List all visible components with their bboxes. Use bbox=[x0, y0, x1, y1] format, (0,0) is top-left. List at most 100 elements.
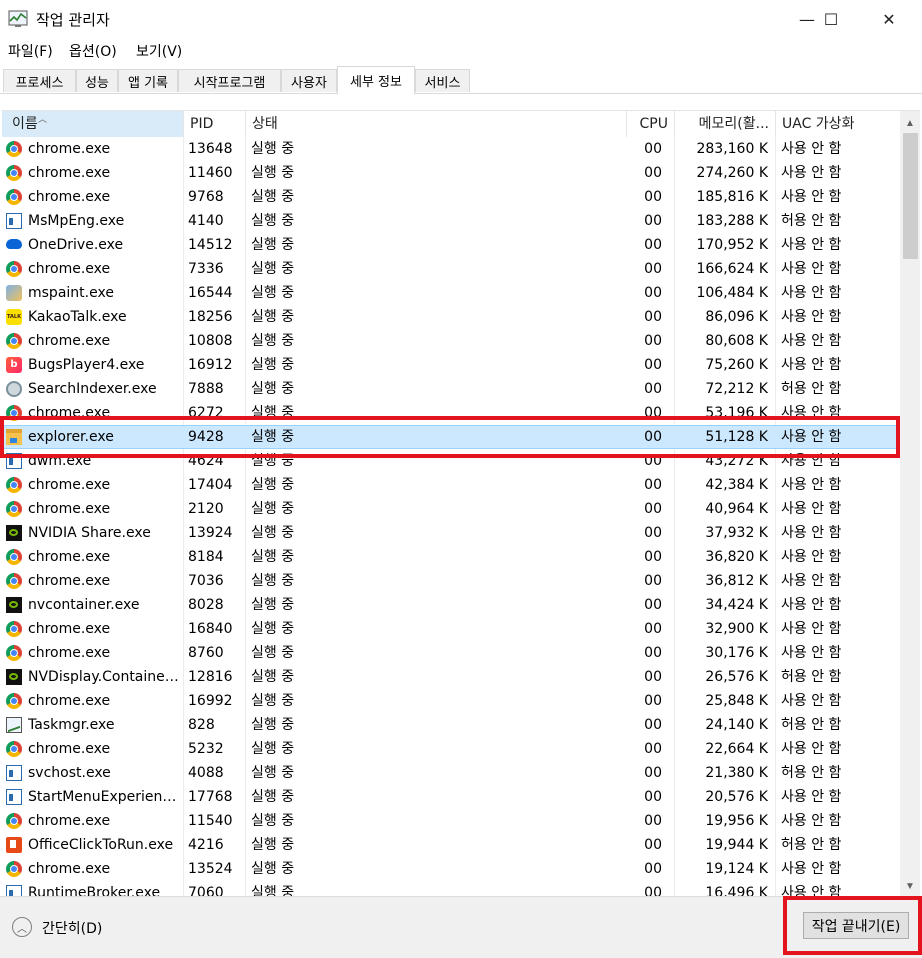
process-memory: 26,576 K bbox=[705, 669, 768, 685]
nvidia-icon bbox=[6, 597, 22, 613]
process-cpu: 00 bbox=[644, 405, 662, 421]
process-row[interactable]: chrome.exe 8184 실행 중 00 36,820 K 사용 안 함 bbox=[2, 545, 900, 569]
process-name: MsMpEng.exe bbox=[28, 213, 125, 229]
process-row[interactable]: TALK KakaoTalk.exe 18256 실행 중 00 86,096 K 사용 안… bbox=[2, 305, 900, 329]
process-memory: 75,260 K bbox=[705, 357, 768, 373]
process-cpu: 00 bbox=[644, 789, 662, 805]
chrome-icon bbox=[6, 621, 22, 637]
process-row[interactable]: b BugsPlayer4.exe 16912 실행 중 00 75,260 K 사용 안 … bbox=[2, 353, 900, 377]
process-row[interactable]: chrome.exe 11460 실행 중 00 274,260 K 사용 안 함 bbox=[2, 161, 900, 185]
process-name: nvcontainer.exe bbox=[28, 597, 140, 613]
process-row[interactable]: chrome.exe 2120 실행 중 00 40,964 K 사용 안 함 bbox=[2, 497, 900, 521]
process-row[interactable]: chrome.exe 7336 실행 중 00 166,624 K 사용 안 함 bbox=[2, 257, 900, 281]
process-row[interactable]: MsMpEng.exe 4140 실행 중 00 183,288 K 허용 안 함 bbox=[2, 209, 900, 233]
scroll-down-arrow-icon[interactable]: ▼ bbox=[900, 876, 920, 896]
column-header-uac[interactable]: UAC 가상화 bbox=[776, 111, 900, 137]
chrome-icon bbox=[6, 813, 22, 829]
process-status: 실행 중 bbox=[251, 357, 295, 373]
service-window-icon bbox=[6, 789, 22, 805]
process-row[interactable]: chrome.exe 8760 실행 중 00 30,176 K 사용 안 함 bbox=[2, 641, 900, 665]
process-row[interactable]: Taskmgr.exe 828 실행 중 00 24,140 K 허용 안 함 bbox=[2, 713, 900, 737]
process-row[interactable]: RuntimeBroker.exe 7060 실행 중 00 16,496 K 사용 안 … bbox=[2, 881, 900, 896]
process-name: chrome.exe bbox=[28, 693, 111, 709]
maximize-button[interactable]: ☐ bbox=[808, 0, 854, 38]
process-uac: 사용 안 함 bbox=[781, 141, 842, 157]
process-memory: 19,956 K bbox=[705, 813, 768, 829]
title-bar: 작업 관리자 — ☐ ✕ bbox=[0, 0, 922, 38]
process-row[interactable]: chrome.exe 6272 실행 중 00 53,196 K 사용 안 함 bbox=[2, 401, 900, 425]
process-row[interactable]: nvcontainer.exe 8028 실행 중 00 34,424 K 사용 안 함 bbox=[2, 593, 900, 617]
process-cpu: 00 bbox=[644, 477, 662, 493]
process-row[interactable]: mspaint.exe 16544 실행 중 00 106,484 K 사용 안 함 bbox=[2, 281, 900, 305]
menu-options[interactable]: 옵션(O) bbox=[69, 41, 117, 61]
process-row[interactable]: dwm.exe 4624 실행 중 00 43,272 K 사용 안 함 bbox=[2, 449, 900, 473]
tab-app-history[interactable]: 앱 기록 bbox=[118, 69, 178, 92]
process-cpu: 00 bbox=[644, 669, 662, 685]
process-memory: 34,424 K bbox=[705, 597, 768, 613]
process-status: 실행 중 bbox=[251, 717, 295, 733]
menu-file[interactable]: 파일(F) bbox=[8, 41, 53, 61]
footer-bar: ︿ 간단히(D) bbox=[0, 896, 922, 958]
process-name: Taskmgr.exe bbox=[28, 717, 115, 733]
process-row[interactable]: NVIDIA Share.exe 13924 실행 중 00 37,932 K 사용 안 … bbox=[2, 521, 900, 545]
process-cpu: 00 bbox=[644, 573, 662, 589]
process-cpu: 00 bbox=[644, 861, 662, 877]
process-row[interactable]: explorer.exe 9428 실행 중 00 51,128 K 사용 안 함 bbox=[2, 425, 900, 449]
process-row[interactable]: chrome.exe 16992 실행 중 00 25,848 K 사용 안 함 bbox=[2, 689, 900, 713]
tab-details[interactable]: 세부 정보 bbox=[337, 66, 415, 94]
process-row[interactable]: OfficeClickToRun.exe 4216 실행 중 00 19,944 K 허용… bbox=[2, 833, 900, 857]
column-header-status[interactable]: 상태 bbox=[246, 111, 627, 137]
process-row[interactable]: chrome.exe 5232 실행 중 00 22,664 K 사용 안 함 bbox=[2, 737, 900, 761]
process-name: chrome.exe bbox=[28, 141, 111, 157]
menu-view[interactable]: 보기(V) bbox=[136, 41, 182, 61]
process-uac: 사용 안 함 bbox=[781, 309, 842, 325]
fewer-details-link[interactable]: 간단히(D) bbox=[42, 918, 102, 938]
tab-users[interactable]: 사용자 bbox=[281, 69, 337, 92]
process-pid: 7036 bbox=[188, 573, 224, 589]
nvidia-icon bbox=[6, 525, 22, 541]
process-name: chrome.exe bbox=[28, 573, 111, 589]
process-row[interactable]: NVDisplay.Container... 12816 실행 중 00 26,576 … bbox=[2, 665, 900, 689]
service-window-icon bbox=[6, 765, 22, 781]
process-name: chrome.exe bbox=[28, 549, 111, 565]
process-row[interactable]: chrome.exe 11540 실행 중 00 19,956 K 사용 안 함 bbox=[2, 809, 900, 833]
process-status: 실행 중 bbox=[251, 285, 295, 301]
process-row[interactable]: chrome.exe 9768 실행 중 00 185,816 K 사용 안 함 bbox=[2, 185, 900, 209]
column-header-name[interactable]: ︿ 이름 bbox=[2, 111, 184, 137]
process-row[interactable]: chrome.exe 13648 실행 중 00 283,160 K 사용 안 함 bbox=[2, 137, 900, 161]
tab-performance[interactable]: 성능 bbox=[76, 69, 118, 92]
process-name: StartMenuExperienc... bbox=[28, 789, 180, 805]
process-memory: 36,812 K bbox=[705, 573, 768, 589]
process-row[interactable]: chrome.exe 10808 실행 중 00 80,608 K 사용 안 함 bbox=[2, 329, 900, 353]
process-row[interactable]: StartMenuExperienc... 17768 실행 중 00 20,576 K… bbox=[2, 785, 900, 809]
vertical-scrollbar[interactable]: ▲ ▼ bbox=[900, 111, 920, 896]
tab-services[interactable]: 서비스 bbox=[415, 69, 470, 92]
process-name: chrome.exe bbox=[28, 261, 111, 277]
process-pid: 11540 bbox=[188, 813, 233, 829]
scroll-up-arrow-icon[interactable]: ▲ bbox=[900, 113, 920, 133]
column-header-cpu[interactable]: CPU bbox=[627, 111, 675, 137]
process-row[interactable]: chrome.exe 13524 실행 중 00 19,124 K 사용 안 함 bbox=[2, 857, 900, 881]
tab-processes[interactable]: 프로세스 bbox=[3, 69, 76, 92]
process-cpu: 00 bbox=[644, 189, 662, 205]
process-memory: 185,816 K bbox=[696, 189, 768, 205]
process-row[interactable]: chrome.exe 16840 실행 중 00 32,900 K 사용 안 함 bbox=[2, 617, 900, 641]
process-row[interactable]: SearchIndexer.exe 7888 실행 중 00 72,212 K 허용 안 … bbox=[2, 377, 900, 401]
process-uac: 허용 안 함 bbox=[781, 213, 842, 229]
close-button[interactable]: ✕ bbox=[866, 0, 912, 38]
process-name: chrome.exe bbox=[28, 861, 111, 877]
process-pid: 10808 bbox=[188, 333, 233, 349]
process-memory: 19,124 K bbox=[705, 861, 768, 877]
process-row[interactable]: svchost.exe 4088 실행 중 00 21,380 K 허용 안 함 bbox=[2, 761, 900, 785]
process-row[interactable]: chrome.exe 17404 실행 중 00 42,384 K 사용 안 함 bbox=[2, 473, 900, 497]
process-uac: 사용 안 함 bbox=[781, 861, 842, 877]
process-row[interactable]: chrome.exe 7036 실행 중 00 36,812 K 사용 안 함 bbox=[2, 569, 900, 593]
chevron-up-circle-icon[interactable]: ︿ bbox=[12, 917, 32, 937]
scroll-thumb[interactable] bbox=[903, 133, 918, 259]
column-header-pid[interactable]: PID bbox=[184, 111, 246, 137]
tab-startup[interactable]: 시작프로그램 bbox=[178, 69, 281, 92]
column-header-memory[interactable]: 메모리(활... bbox=[675, 111, 776, 137]
end-task-button[interactable]: 작업 끝내기(E) bbox=[803, 912, 909, 939]
process-cpu: 00 bbox=[644, 741, 662, 757]
process-row[interactable]: OneDrive.exe 14512 실행 중 00 170,952 K 사용 안 함 bbox=[2, 233, 900, 257]
